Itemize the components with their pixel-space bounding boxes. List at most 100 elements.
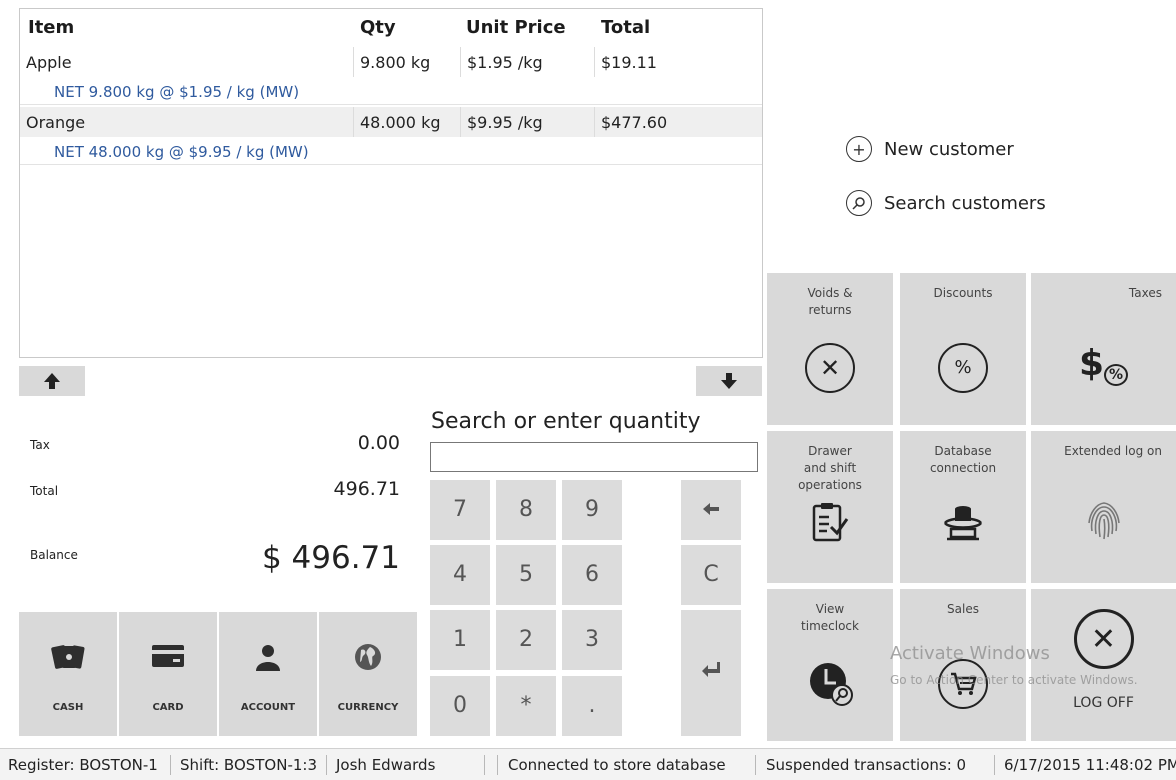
tax-label: Tax <box>30 438 50 452</box>
timeclock-icon <box>810 663 853 706</box>
status-register: Register: BOSTON-1 <box>8 756 158 774</box>
fingerprint-icon <box>1087 502 1120 540</box>
scroll-down-button[interactable] <box>696 366 762 396</box>
status-datetime: 6/17/2015 11:48:02 PM <box>1004 756 1176 774</box>
key-3[interactable]: 3 <box>562 610 622 670</box>
card-icon <box>152 645 184 667</box>
total-label: Total <box>30 484 59 498</box>
database-icon <box>943 506 983 541</box>
balance-value: $ 496.71 <box>261 540 400 576</box>
item-name: Apple <box>26 53 72 72</box>
key-star[interactable]: * <box>496 676 556 736</box>
column-header-total[interactable]: Total <box>601 17 650 38</box>
database-connection-label: Database connection <box>929 444 997 475</box>
search-customers-label: Search customers <box>884 192 1046 214</box>
key-2[interactable]: 2 <box>496 610 556 670</box>
balance-label: Balance <box>30 548 78 562</box>
currency-button[interactable]: CURRENCY <box>319 612 417 736</box>
status-suspended: Suspended transactions: 0 <box>766 756 967 774</box>
search-label: Search or enter quantity <box>431 409 701 434</box>
arrow-up-icon <box>44 373 60 389</box>
new-customer-link[interactable]: + New customer <box>846 136 1014 162</box>
item-qty: 9.800 kg <box>353 47 430 77</box>
key-8[interactable]: 8 <box>496 480 556 540</box>
status-shift: Shift: BOSTON-1:3 <box>180 756 318 774</box>
scroll-up-button[interactable] <box>19 366 85 396</box>
currency-label: CURRENCY <box>337 702 399 713</box>
key-5[interactable]: 5 <box>496 545 556 605</box>
key-0[interactable]: 0 <box>430 676 490 736</box>
database-connection-tile[interactable]: Database connection <box>900 431 1026 583</box>
status-connection: Connected to store database <box>508 756 726 774</box>
key-9[interactable]: 9 <box>562 480 622 540</box>
log-off-label: LOG OFF <box>1073 695 1134 711</box>
enter-icon <box>702 662 720 677</box>
item-name: Orange <box>26 113 86 132</box>
cash-label: CASH <box>52 702 84 713</box>
sales-tile[interactable]: Sales <box>900 589 1026 741</box>
drawer-shift-label: Drawer and shift operations <box>798 444 862 492</box>
search-icon <box>846 190 872 216</box>
backspace-icon <box>703 503 719 515</box>
drawer-shift-tile[interactable]: Drawer and shift operations <box>767 431 893 583</box>
close-circle-icon: ✕ <box>1073 609 1134 669</box>
total-value: 496.71 <box>333 478 400 500</box>
discounts-label: Discounts <box>933 286 993 300</box>
activate-windows-title: Activate Windows <box>890 643 1050 664</box>
close-circle-icon: ✕ <box>805 343 855 393</box>
tax-value: 0.00 <box>357 432 400 454</box>
discounts-tile[interactable]: Discounts % <box>900 273 1026 425</box>
status-user: Josh Edwards <box>336 756 436 774</box>
cash-button[interactable]: CASH <box>19 612 117 736</box>
sales-label: Sales <box>947 602 979 616</box>
arrow-down-icon <box>721 373 737 389</box>
cash-icon <box>51 645 85 669</box>
voids-returns-label: Voids & returns <box>807 286 853 317</box>
column-header-item[interactable]: Item <box>28 17 74 38</box>
voids-returns-tile[interactable]: Voids & returns ✕ <box>767 273 893 425</box>
account-label: ACCOUNT <box>240 702 296 713</box>
line-item-detail: NET 9.800 kg @ $1.95 / kg (MW) <box>20 79 762 105</box>
net-weight-text: NET 48.000 kg @ $9.95 / kg (MW) <box>54 143 309 161</box>
key-1[interactable]: 1 <box>430 610 490 670</box>
tax-dollar-icon: $% <box>1031 343 1176 386</box>
line-item-row[interactable]: Apple 9.800 kg $1.95 /kg $19.11 <box>20 47 762 77</box>
plus-icon: + <box>846 136 872 162</box>
card-button[interactable]: CARD <box>119 612 217 736</box>
activate-windows-subtitle: Go to Action Center to activate Windows. <box>890 673 1138 687</box>
item-unit-price: $9.95 /kg <box>460 107 543 137</box>
column-header-unit-price[interactable]: Unit Price <box>466 17 566 38</box>
card-label: CARD <box>152 702 184 713</box>
search-customers-link[interactable]: Search customers <box>846 190 1046 216</box>
key-dot[interactable]: . <box>562 676 622 736</box>
transaction-grid: Item Qty Unit Price Total Apple 9.800 kg… <box>19 8 763 358</box>
key-4[interactable]: 4 <box>430 545 490 605</box>
view-timeclock-label: View timeclock <box>801 602 859 633</box>
net-weight-text: NET 9.800 kg @ $1.95 / kg (MW) <box>54 83 300 101</box>
clipboard-icon <box>812 503 849 542</box>
status-bar: Register: BOSTON-1 Shift: BOSTON-1:3 Jos… <box>0 748 1176 780</box>
item-total: $477.60 <box>594 107 667 137</box>
view-timeclock-tile[interactable]: View timeclock <box>767 589 893 741</box>
new-customer-label: New customer <box>884 138 1014 160</box>
taxes-tile[interactable]: Taxes $% <box>1031 273 1176 425</box>
account-button[interactable]: ACCOUNT <box>219 612 317 736</box>
item-unit-price: $1.95 /kg <box>460 47 543 77</box>
clear-key[interactable]: C <box>681 545 741 605</box>
percent-icon: % <box>938 343 988 393</box>
item-total: $19.11 <box>594 47 657 77</box>
column-header-qty[interactable]: Qty <box>360 17 396 38</box>
line-item-row[interactable]: Orange 48.000 kg $9.95 /kg $477.60 <box>20 107 762 137</box>
log-off-tile[interactable]: ✕ LOG OFF <box>1031 589 1176 741</box>
taxes-label: Taxes <box>1128 286 1162 300</box>
globe-icon <box>355 644 381 670</box>
line-item-detail: NET 48.000 kg @ $9.95 / kg (MW) <box>20 139 762 165</box>
search-input[interactable] <box>430 442 758 472</box>
extended-logon-tile[interactable]: Extended log on <box>1031 431 1176 583</box>
enter-key[interactable] <box>681 610 741 736</box>
backspace-key[interactable] <box>681 480 741 540</box>
key-7[interactable]: 7 <box>430 480 490 540</box>
extended-logon-label: Extended log on <box>1064 444 1162 458</box>
item-qty: 48.000 kg <box>353 107 441 137</box>
key-6[interactable]: 6 <box>562 545 622 605</box>
